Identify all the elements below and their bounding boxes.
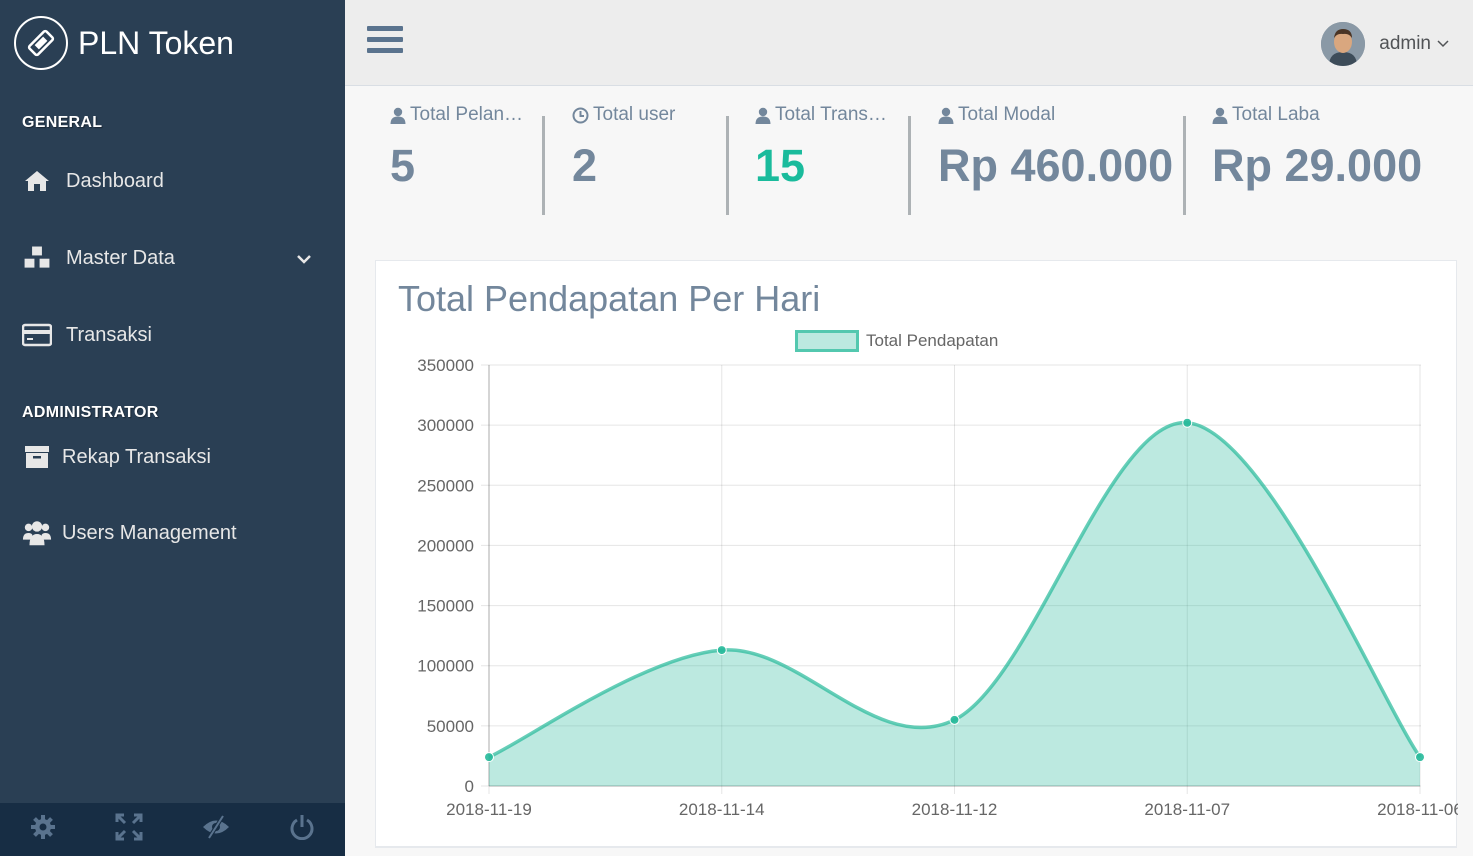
section-administrator: ADMINISTRATOR	[22, 404, 159, 421]
chevron-down-icon	[296, 248, 312, 271]
tile-divider	[1183, 116, 1186, 215]
data-point	[484, 752, 494, 763]
tile-total-modal: Total Modal Rp 460.000	[938, 86, 1178, 236]
data-point	[1415, 752, 1425, 763]
chart-panel: 350000 300000 250000 200000 150000 100000 5000…	[375, 260, 1458, 848]
tile-value: 5	[390, 140, 416, 191]
menu-toggle-button[interactable]	[367, 26, 403, 60]
y-tick-label: 250000	[417, 476, 474, 495]
tile-value: Rp 29.000	[1212, 140, 1423, 191]
tile-label: Total Modal	[958, 104, 1056, 125]
sidebar-item-dashboard[interactable]: Dashboard	[22, 161, 322, 201]
brand[interactable]: PLN Token	[14, 16, 234, 70]
sidebar-item-rekap-transaksi[interactable]: Rekap Transaksi	[22, 437, 322, 477]
tile-label: Total user	[593, 104, 676, 125]
tile-divider	[542, 116, 545, 215]
tile-label: Total Trans…	[775, 104, 887, 125]
sidebar-item-transaksi[interactable]: Transaksi	[22, 315, 322, 355]
credit-card-icon	[22, 320, 52, 350]
tile-total-laba: Total Laba Rp 29.000	[1212, 86, 1452, 236]
sidebar-item-label: Users Management	[62, 521, 237, 544]
user-menu[interactable]: admin	[1321, 22, 1449, 66]
y-tick-label: 100000	[417, 657, 474, 676]
sidebar-item-label: Master Data	[66, 246, 175, 269]
logout-button[interactable]	[259, 803, 345, 856]
cubes-icon	[22, 243, 52, 273]
users-icon	[22, 518, 52, 548]
panel-title: Total Pendapatan Per Hari	[398, 278, 821, 319]
x-tick-label: 2018-11-14	[679, 800, 765, 819]
home-icon	[22, 166, 52, 196]
tile-label-row: Total Pelan…	[390, 104, 523, 126]
tile-label: Total Laba	[1232, 104, 1320, 125]
y-tick-label: 0	[465, 777, 474, 796]
eye-slash-icon	[201, 814, 231, 845]
tile-total-transaksi: Total Trans… 15	[755, 86, 905, 236]
user-icon	[390, 107, 406, 124]
stat-tiles: Total Pelan… 5 Total user 2 Total Trans……	[345, 86, 1473, 236]
tile-total-pelanggan: Total Pelan… 5	[390, 86, 540, 236]
archive-icon	[22, 442, 52, 472]
user-icon	[1212, 107, 1228, 124]
tile-total-user: Total user 2	[572, 86, 722, 236]
sidebar-item-label: Rekap Transaksi	[62, 445, 211, 468]
x-tick-label: 2018-11-12	[912, 800, 998, 819]
user-icon	[755, 107, 771, 124]
y-tick-label: 350000	[417, 356, 474, 375]
y-tick-label: 150000	[417, 597, 474, 616]
tile-value: 15	[755, 140, 806, 191]
user-name: admin	[1379, 33, 1431, 54]
user-icon	[938, 107, 954, 124]
x-tick-label: 2018-11-06	[1377, 800, 1458, 819]
section-general: GENERAL	[22, 114, 103, 131]
y-tick-label: 200000	[417, 536, 474, 555]
fullscreen-icon	[115, 813, 143, 846]
sidebar-item-master-data[interactable]: Master Data	[22, 238, 322, 278]
sidebar-item-label: Dashboard	[66, 169, 164, 192]
ticket-logo-icon	[14, 16, 68, 70]
hamburger-icon	[367, 26, 403, 31]
focus-button[interactable]	[173, 803, 259, 856]
tile-label-row: Total Trans…	[755, 104, 887, 126]
sidebar: PLN Token GENERAL Dashboard Master Data	[0, 0, 345, 856]
x-tick-label: 2018-11-07	[1144, 800, 1230, 819]
fullscreen-button[interactable]	[86, 803, 172, 856]
top-nav: admin	[345, 0, 1473, 86]
hamburger-bar	[367, 48, 403, 53]
data-point	[1182, 417, 1193, 428]
tile-value: Rp 460.000	[938, 140, 1174, 191]
data-point	[716, 645, 727, 656]
x-tick-label: 2018-11-19	[446, 800, 532, 819]
hamburger-bar	[367, 37, 403, 42]
legend-swatch	[795, 330, 859, 352]
avatar	[1321, 22, 1366, 66]
sidebar-footer	[0, 803, 345, 856]
legend-label: Total Pendapatan	[866, 331, 999, 350]
chart-legend[interactable]: Total Pendapatan	[795, 330, 998, 352]
tile-label-row: Total Laba	[1212, 104, 1320, 126]
sidebar-item-label: Transaksi	[66, 323, 152, 346]
power-icon	[289, 814, 315, 845]
tile-divider	[726, 116, 729, 215]
tile-label: Total Pelan…	[410, 104, 524, 125]
tile-divider	[908, 116, 911, 215]
app-title: PLN Token	[78, 24, 234, 61]
chevron-down-icon	[1437, 35, 1449, 53]
sidebar-item-users-management[interactable]: Users Management	[22, 513, 322, 553]
settings-icon	[30, 814, 56, 845]
y-tick-label: 50000	[427, 717, 474, 736]
y-tick-label: 300000	[417, 416, 474, 435]
clock-icon	[572, 107, 589, 124]
tile-value: 2	[572, 140, 598, 191]
tile-label-row: Total user	[572, 104, 675, 126]
tile-label-row: Total Modal	[938, 104, 1055, 126]
settings-button[interactable]	[0, 803, 86, 856]
data-point	[949, 714, 960, 725]
